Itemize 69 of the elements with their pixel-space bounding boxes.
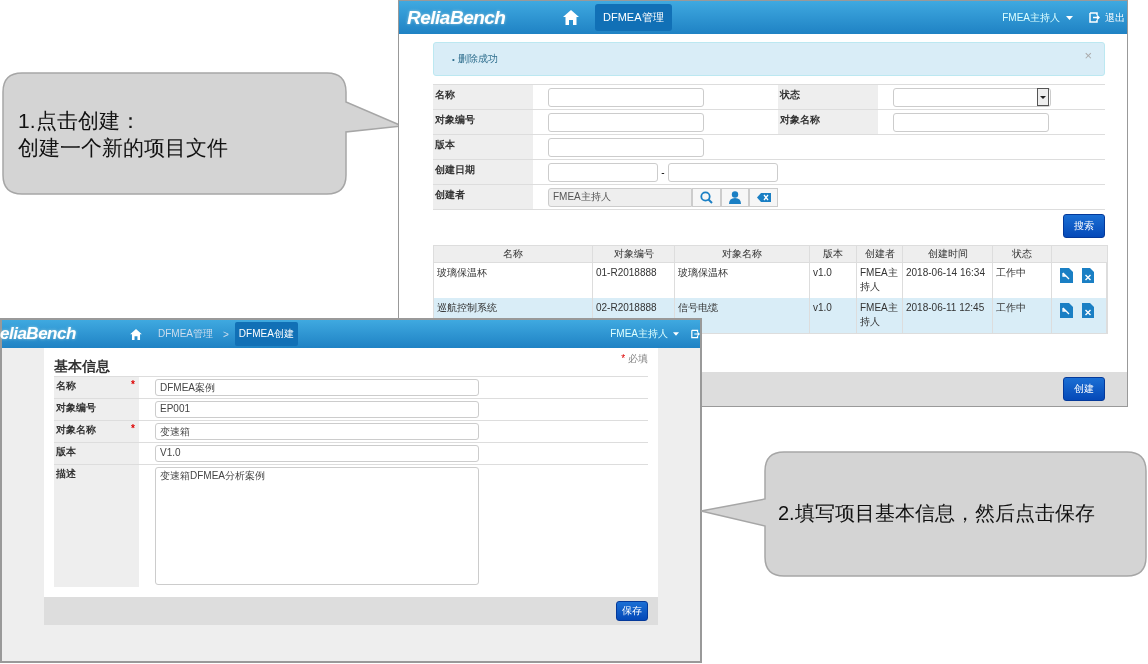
logout-icon[interactable] (691, 329, 700, 339)
filter-label: 名称 (433, 85, 533, 109)
table-cell: 信号电缆 (674, 298, 810, 334)
required-mark: * (131, 379, 135, 390)
clear-button[interactable] (749, 187, 778, 207)
home-icon[interactable] (563, 10, 579, 25)
search-button[interactable]: 搜索 (1063, 214, 1105, 238)
required-mark: * (131, 423, 135, 434)
column-header: 对象编号 (592, 245, 675, 263)
table-cell: 2018-06-11 12:45 (902, 298, 993, 334)
logo: ReliaBench (407, 6, 507, 29)
filter-label: 创建者 (433, 185, 533, 209)
field-label: 对象名称 (56, 423, 96, 437)
backspace-icon (756, 192, 771, 202)
column-header: 创建者 (856, 245, 903, 263)
input-field[interactable]: EP001 (155, 401, 479, 418)
filter-label: 对象编号 (433, 110, 533, 134)
date-field[interactable] (548, 162, 659, 182)
logout-link[interactable]: 退出 (1105, 10, 1125, 25)
column-header: 名称 (433, 245, 593, 263)
input-field[interactable]: DFMEA案例 (155, 379, 479, 396)
breadcrumb-link[interactable]: DFMEA创建 (234, 322, 298, 346)
field-label: 名称 (56, 379, 76, 393)
nav-tab[interactable]: DFMEA管理 (595, 4, 672, 31)
input-field[interactable]: 变速箱 (155, 423, 479, 440)
date-field[interactable] (667, 162, 778, 182)
logo: eliaBench (0, 324, 77, 344)
breadcrumb-separator: > (223, 328, 229, 340)
table-cell: v1.0 (809, 298, 857, 334)
table-cell: 工作中 (992, 298, 1052, 334)
delete-document-icon[interactable] (1082, 268, 1094, 283)
delete-document-icon[interactable] (1082, 303, 1094, 318)
filter-label: 状态 (778, 85, 878, 109)
input-field[interactable] (893, 112, 1049, 132)
create-button[interactable]: 创建 (1063, 377, 1105, 401)
edit-document-icon[interactable] (1060, 303, 1073, 318)
callout-text: 2.填写项目基本信息，然后点击保存 (778, 501, 1095, 526)
column-header: 版本 (809, 245, 857, 263)
caret-icon[interactable] (673, 332, 679, 336)
field-label: 描述 (56, 467, 76, 481)
input-field[interactable]: V1.0 (155, 445, 479, 462)
search-button[interactable] (691, 187, 721, 207)
edit-document-icon[interactable] (1060, 268, 1073, 283)
column-header: 对象名称 (674, 245, 810, 263)
user-icon (728, 190, 741, 204)
save-button[interactable]: 保存 (616, 601, 648, 621)
range-separator: - (661, 166, 665, 178)
input-field[interactable] (548, 112, 704, 132)
field-label: 版本 (56, 445, 76, 459)
description-field[interactable]: 变速箱DFMEA分析案例 (155, 467, 479, 585)
input-field[interactable] (548, 137, 704, 157)
search-icon (699, 190, 713, 204)
filter-label: 创建日期 (433, 160, 533, 184)
filter-label: 版本 (433, 135, 533, 159)
section-title: 基本信息 (54, 357, 110, 376)
caret-icon[interactable] (1066, 15, 1073, 20)
creator-field[interactable]: FMEA主持人 (548, 187, 692, 207)
input-field[interactable] (548, 87, 704, 107)
table-cell: FMEA主持人 (856, 298, 903, 334)
alert-message: • 删除成功 (452, 52, 498, 66)
filter-label: 对象名称 (778, 110, 878, 134)
column-header: 创建时间 (902, 245, 993, 263)
column-header: 状态 (992, 245, 1052, 263)
callout-text: 1.点击创建： 创建一个新的项目文件 (18, 108, 228, 161)
required-note: * 必填 (621, 352, 648, 366)
home-icon[interactable] (130, 328, 142, 340)
select-user-button[interactable] (720, 187, 750, 207)
logout-icon[interactable] (1089, 12, 1100, 23)
field-label: 对象编号 (56, 401, 96, 415)
